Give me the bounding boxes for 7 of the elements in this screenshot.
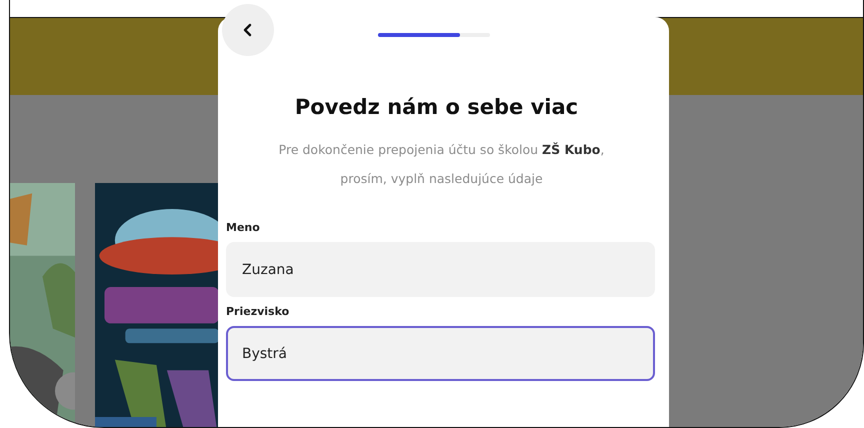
field-label: Meno [226,221,261,234]
input-field[interactable]: Zuzana [226,242,655,297]
dialog-description: Pre dokončenie prepojenia účtu so školou ZŠ Kubo, prosím, vyplň nasledujúce údaje [278,141,606,188]
back-icon [242,23,254,37]
field-label: Priezvisko [226,305,290,318]
dialog-title: Povedz nám o sebe viac [294,95,580,119]
input-field[interactable]: Bystrá [226,326,655,381]
